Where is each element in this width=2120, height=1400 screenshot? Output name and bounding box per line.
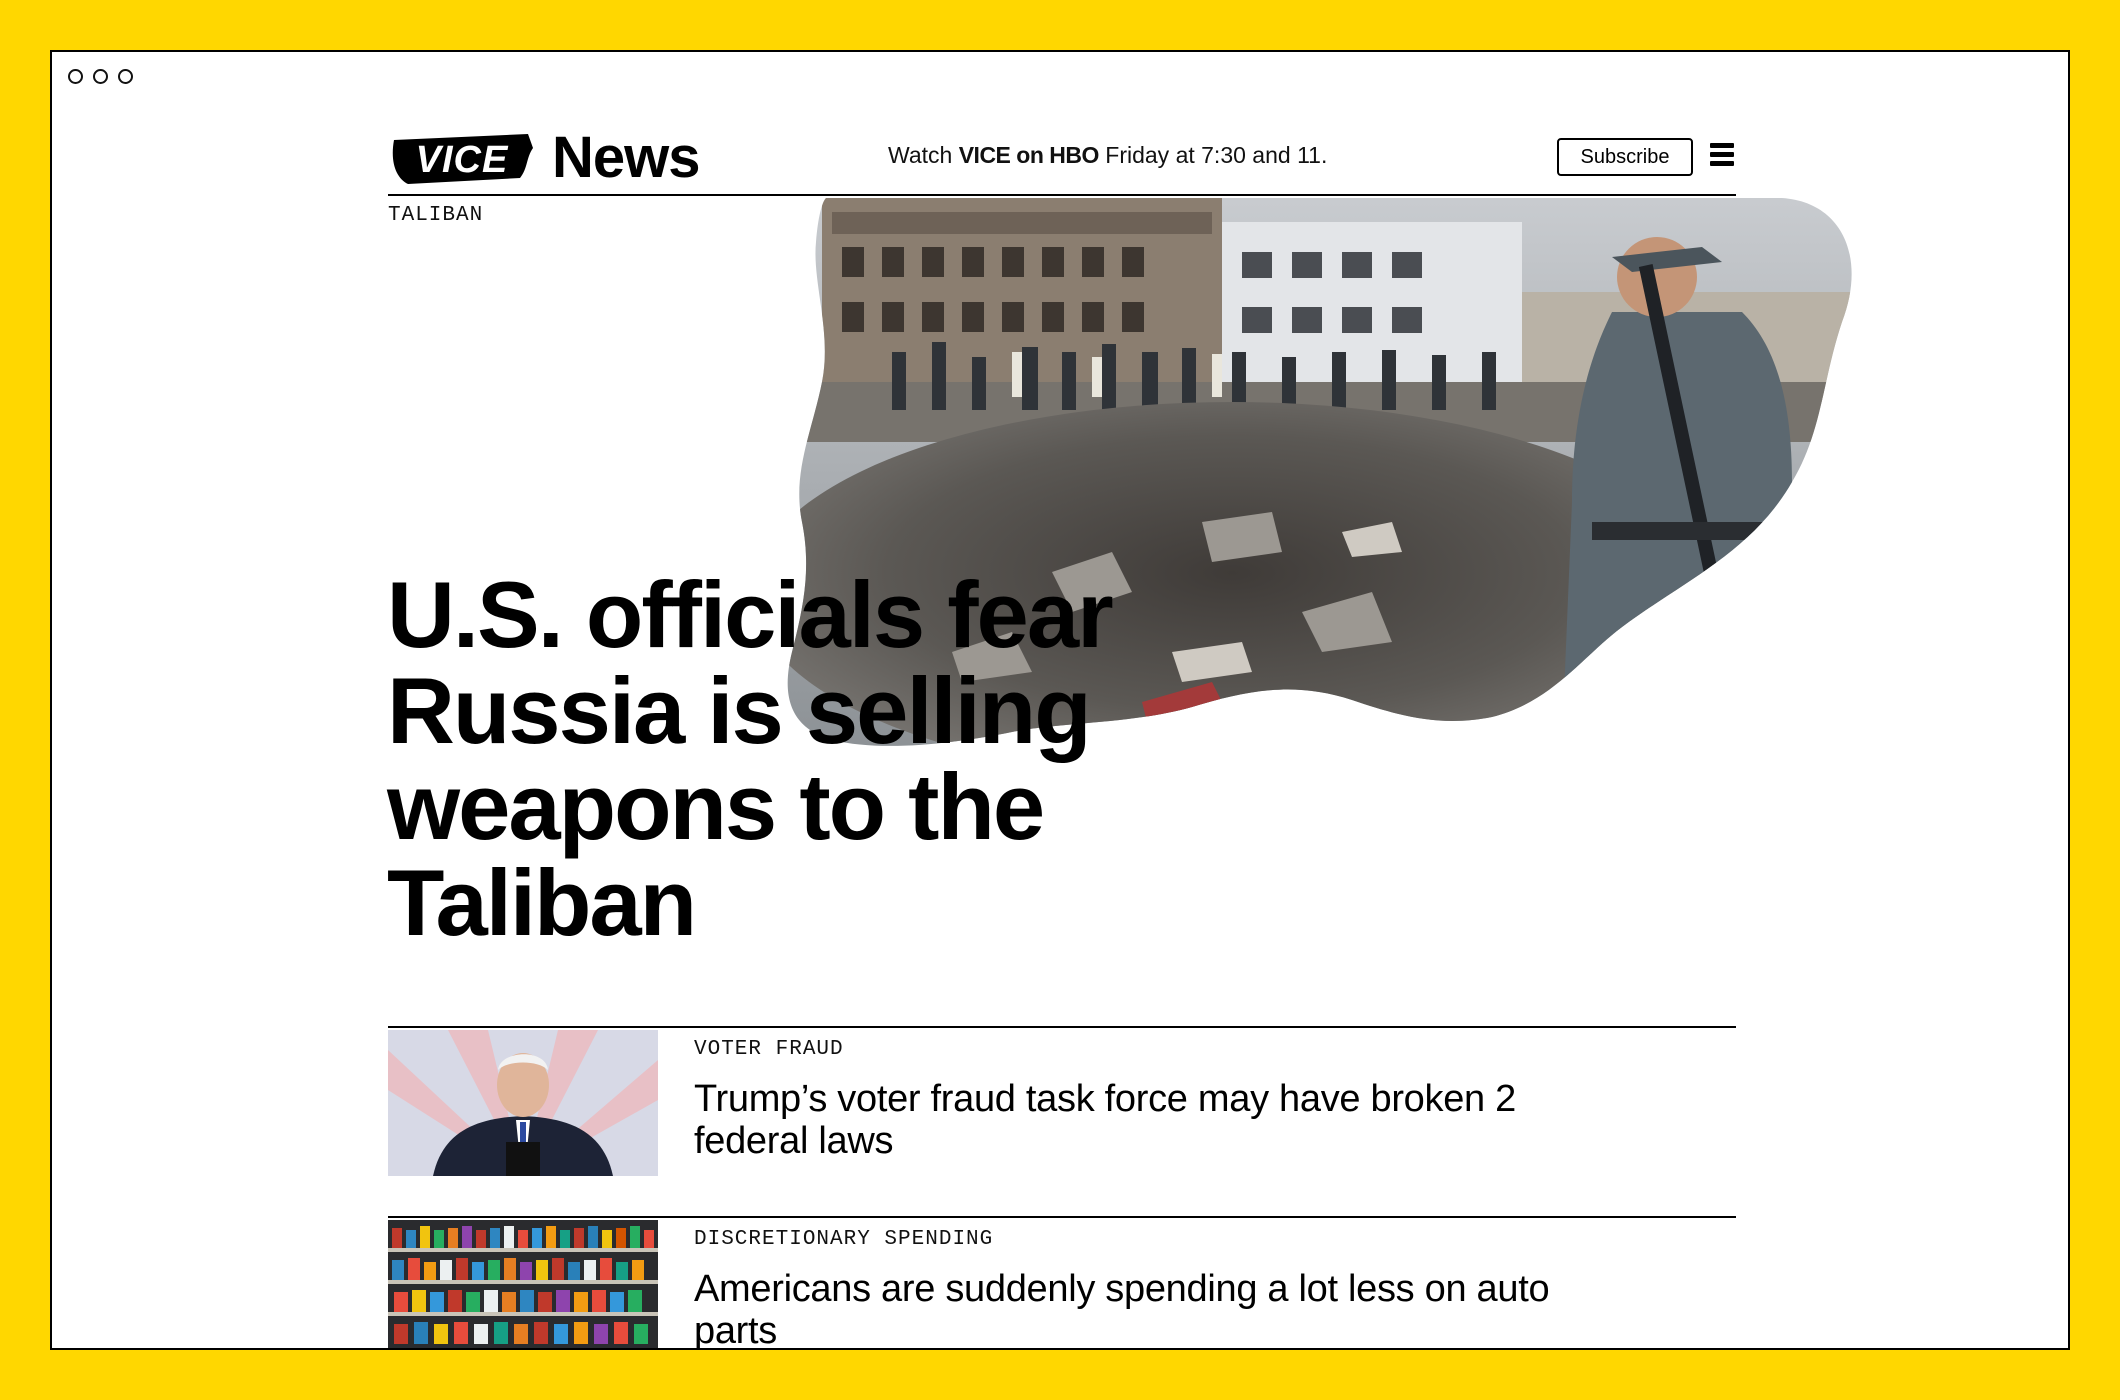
site-header: VICE News Watch VICE on HBO Friday at 7:… (388, 128, 1736, 196)
hero-kicker[interactable]: TALIBAN (388, 204, 483, 227)
hbo-promo[interactable]: Watch VICE on HBO Friday at 7:30 and 11. (888, 142, 1327, 169)
menu-bar (1710, 143, 1734, 148)
subscribe-button[interactable]: Subscribe (1557, 138, 1693, 176)
menu-bar (1710, 152, 1734, 157)
browser-window: VICE News Watch VICE on HBO Friday at 7:… (50, 50, 2070, 1350)
hero-headline[interactable]: U.S. officials fear Russia is selling we… (387, 567, 1207, 951)
story-kicker[interactable]: DISCRETIONARY SPENDING (694, 1228, 993, 1251)
menu-bar (1710, 161, 1734, 166)
promo-bold: VICE on HBO (958, 142, 1100, 168)
section-title: News (552, 125, 701, 190)
promo-suffix: Friday at 7:30 and 11. (1105, 142, 1328, 168)
hamburger-menu-icon[interactable] (1710, 143, 1734, 169)
story-title[interactable]: Trump’s voter fraud task force may have … (694, 1078, 1594, 1162)
story-thumbnail[interactable] (388, 1030, 658, 1176)
site-logo[interactable]: VICE News (388, 125, 701, 190)
story-item[interactable]: DISCRETIONARY SPENDING Americans are sud… (388, 1216, 1736, 1350)
vice-logo-icon: VICE (392, 134, 533, 184)
svg-text:VICE: VICE (416, 139, 509, 181)
promo-prefix: Watch (888, 142, 953, 168)
story-item[interactable]: VOTER FRAUD Trump’s voter fraud task for… (388, 1026, 1736, 1178)
story-kicker[interactable]: VOTER FRAUD (694, 1038, 844, 1061)
story-title[interactable]: Americans are suddenly spending a lot le… (694, 1268, 1594, 1348)
story-thumbnail[interactable] (388, 1220, 658, 1350)
